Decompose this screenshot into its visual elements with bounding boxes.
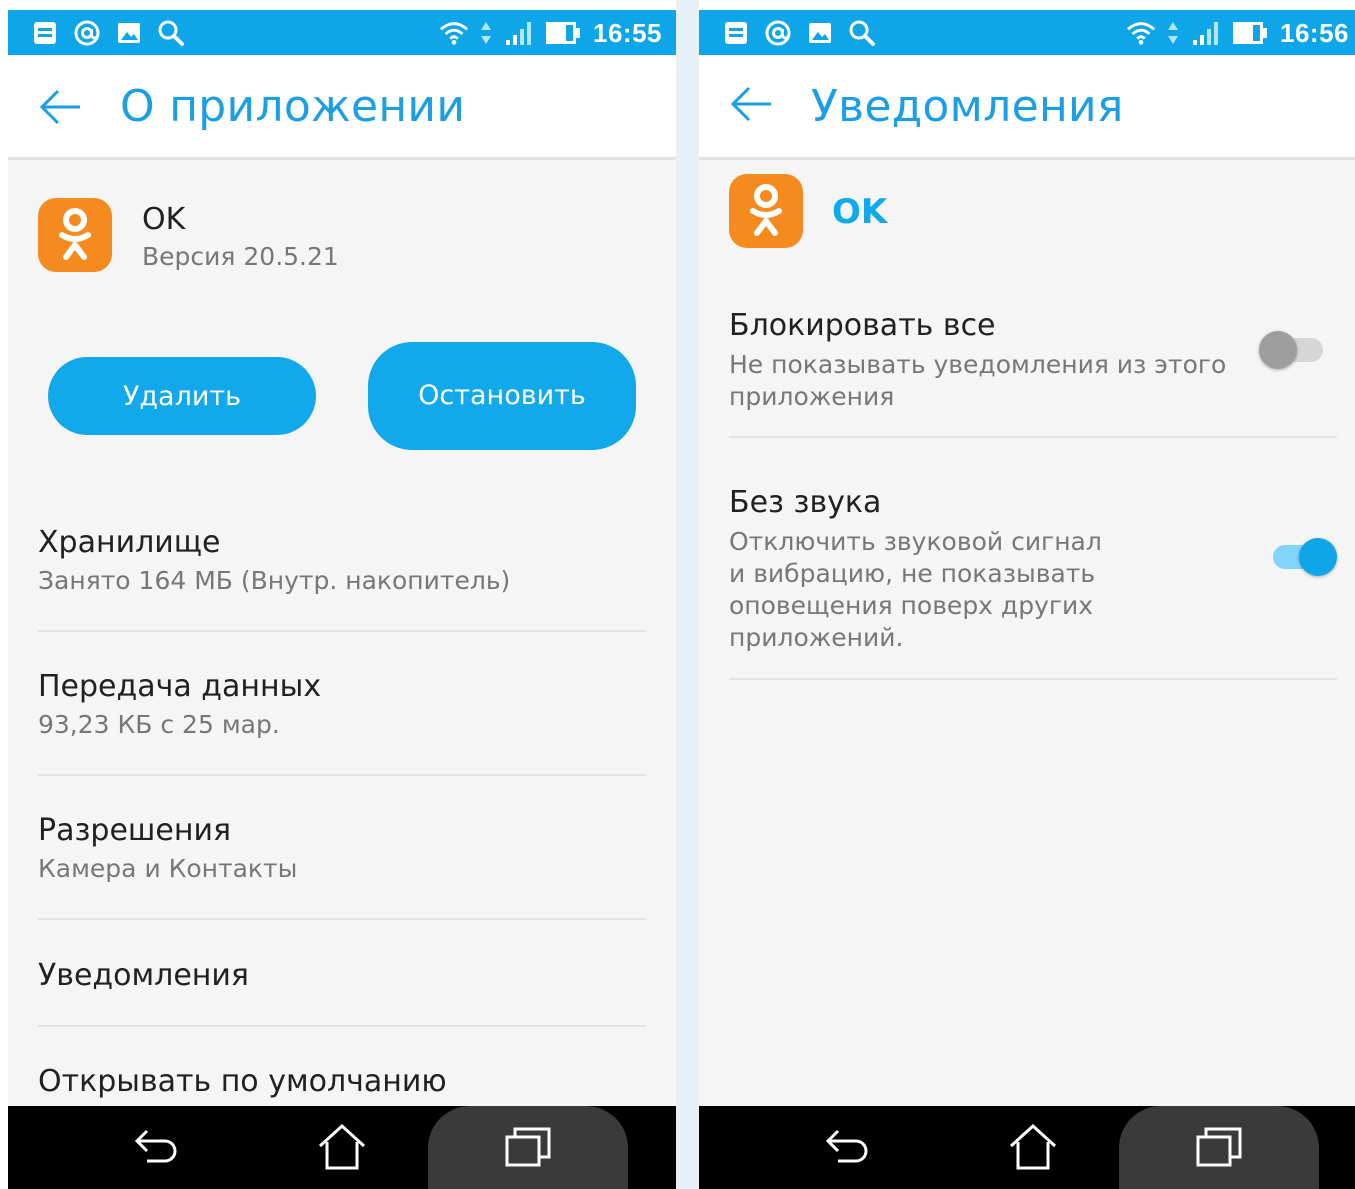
screen-divider — [676, 0, 699, 1189]
notifications-screen: 16:56 Уведомления OK Блокировать все Не … — [699, 10, 1355, 1189]
status-time: 16:55 — [593, 17, 662, 48]
notes-icon — [721, 18, 751, 48]
list-item-title: Хранилище — [38, 525, 221, 560]
signal-icon — [503, 18, 533, 48]
block-all-setting[interactable]: Блокировать все Не показывать уведомлени… — [729, 298, 1337, 438]
setting-title: Блокировать все — [729, 308, 996, 343]
list-item-subtitle: 93,23 КБ с 25 мар. — [38, 710, 280, 739]
delete-button[interactable]: Удалить — [48, 357, 316, 435]
app-info-screen: 16:55 О приложении OK Версия 20.5.21 Уда… — [8, 10, 676, 1189]
ok-app-icon — [729, 174, 803, 248]
setting-subtitle: Не показывать уведомления из этого прило… — [729, 350, 1227, 411]
silent-toggle[interactable] — [1271, 535, 1337, 579]
setting-subtitle: Отключить звуковой сигнал и вибрацию, не… — [729, 527, 1102, 652]
data-usage-item[interactable]: Передача данных 93,23 КБ с 25 мар. — [38, 659, 646, 776]
block-all-toggle[interactable] — [1259, 328, 1325, 372]
status-bar: 16:55 — [8, 10, 676, 55]
ok-app-icon — [38, 198, 112, 272]
search-icon — [847, 18, 877, 48]
wifi-icon — [439, 18, 469, 48]
app-bar: Уведомления — [699, 55, 1355, 160]
image-icon — [114, 18, 144, 48]
setting-title: Без звука — [729, 485, 882, 520]
back-nav-icon[interactable] — [821, 1122, 877, 1172]
home-nav-icon[interactable] — [1005, 1122, 1061, 1172]
battery-icon — [1230, 18, 1270, 48]
navigation-bar — [699, 1106, 1355, 1189]
app-info-content: OK Версия 20.5.21 Удалить Остановить Хра… — [8, 160, 676, 1106]
permissions-item[interactable]: Разрешения Камера и Контакты — [38, 803, 646, 920]
force-stop-button[interactable]: Остановить — [368, 342, 636, 450]
status-bar: 16:56 — [699, 10, 1355, 55]
wifi-icon — [1126, 18, 1156, 48]
silent-setting[interactable]: Без звука Отключить звуковой сигнал и ви… — [729, 475, 1337, 680]
recent-apps-icon[interactable] — [1191, 1122, 1247, 1172]
list-item-title: Уведомления — [38, 958, 249, 993]
at-sign-icon — [763, 18, 793, 48]
app-name: OK — [832, 192, 888, 232]
navigation-bar — [8, 1106, 676, 1189]
battery-icon — [543, 18, 583, 48]
back-arrow-icon[interactable] — [727, 79, 777, 129]
list-item-title: Открывать по умолчанию — [38, 1064, 447, 1099]
list-item-subtitle: Занято 164 МБ (Внутр. накопитель) — [38, 566, 511, 595]
image-icon — [805, 18, 835, 48]
notifications-item[interactable]: Уведомления — [38, 948, 646, 1027]
home-nav-icon[interactable] — [314, 1122, 370, 1172]
app-bar: О приложении — [8, 55, 676, 160]
list-item-title: Разрешения — [38, 813, 231, 848]
search-icon — [156, 18, 186, 48]
signal-icon — [1190, 18, 1220, 48]
status-time: 16:56 — [1280, 17, 1349, 48]
data-arrows-icon — [1166, 18, 1180, 48]
storage-item[interactable]: Хранилище Занято 164 МБ (Внутр. накопите… — [38, 515, 646, 632]
open-by-default-item[interactable]: Открывать по умолчанию — [38, 1054, 646, 1114]
notifications-content: OK Блокировать все Не показывать уведомл… — [699, 160, 1355, 1106]
list-item-subtitle: Камера и Контакты — [38, 854, 298, 883]
page-title: Уведомления — [811, 81, 1124, 132]
back-nav-icon[interactable] — [130, 1122, 186, 1172]
app-version: Версия 20.5.21 — [142, 242, 339, 271]
back-arrow-icon[interactable] — [36, 82, 86, 132]
notes-icon — [30, 18, 60, 48]
list-item-title: Передача данных — [38, 669, 322, 704]
data-arrows-icon — [479, 18, 493, 48]
app-name: OK — [142, 202, 186, 237]
page-title: О приложении — [120, 81, 466, 132]
recent-apps-icon[interactable] — [500, 1122, 556, 1172]
at-sign-icon — [72, 18, 102, 48]
